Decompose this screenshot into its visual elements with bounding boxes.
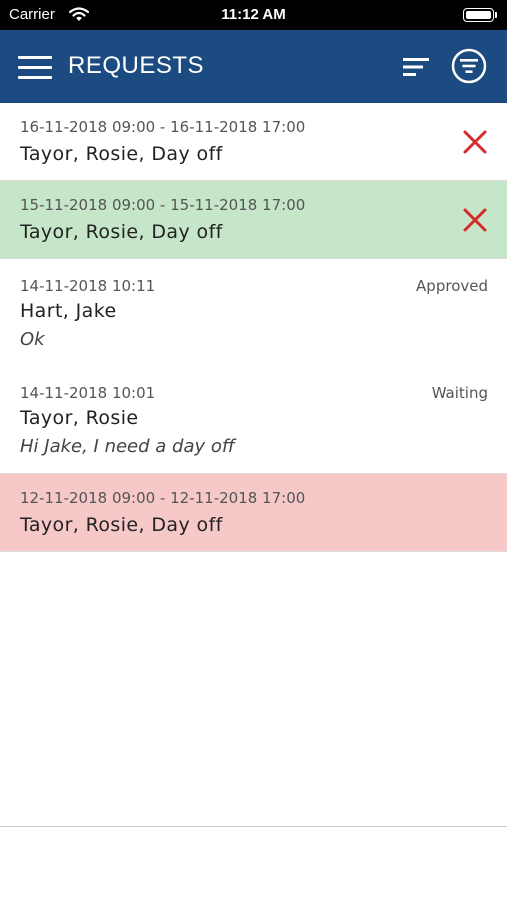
request-title: Tayor, Rosie, Day off <box>20 221 223 243</box>
message-author: Hart, Jake <box>20 300 117 322</box>
menu-icon <box>18 56 52 59</box>
battery-icon <box>463 8 494 22</box>
battery-tip <box>495 12 497 18</box>
message-comment: Ok <box>20 329 45 350</box>
app-header: REQUESTS <box>0 30 507 103</box>
clock: 11:12 AM <box>221 6 286 23</box>
message-comment: Hi Jake, I need a day off <box>20 436 235 457</box>
message-author: Tayor, Rosie <box>20 407 139 429</box>
bottom-divider <box>0 826 507 827</box>
message-date: 14-11-2018 10:11 <box>20 277 156 295</box>
request-date-range: 12-11-2018 09:00 - 12-11-2018 17:00 <box>20 489 306 507</box>
message-item[interactable]: 14-11-2018 10:01 Waiting Tayor, Rosie Hi… <box>0 366 507 474</box>
close-icon[interactable] <box>460 205 490 235</box>
request-date-range: 16-11-2018 09:00 - 16-11-2018 17:00 <box>20 118 306 136</box>
request-item[interactable]: 12-11-2018 09:00 - 12-11-2018 17:00 Tayo… <box>0 474 507 552</box>
status-bar: Carrier 11:12 AM <box>0 0 507 30</box>
page-title: REQUESTS <box>68 52 205 79</box>
message-item[interactable]: 14-11-2018 10:11 Approved Hart, Jake Ok <box>0 259 507 366</box>
filter-icon[interactable] <box>448 45 490 87</box>
status-label: Waiting <box>431 384 488 402</box>
request-list: 16-11-2018 09:00 - 16-11-2018 17:00 Tayo… <box>0 103 507 552</box>
sort-icon[interactable] <box>396 50 436 84</box>
request-item[interactable]: 15-11-2018 09:00 - 15-11-2018 17:00 Tayo… <box>0 181 507 259</box>
menu-button[interactable] <box>14 50 54 84</box>
request-item[interactable]: 16-11-2018 09:00 - 16-11-2018 17:00 Tayo… <box>0 103 507 181</box>
request-title: Tayor, Rosie, Day off <box>20 514 223 536</box>
message-date: 14-11-2018 10:01 <box>20 384 156 402</box>
request-title: Tayor, Rosie, Day off <box>20 143 223 165</box>
close-icon[interactable] <box>460 127 490 157</box>
status-label: Approved <box>416 277 488 295</box>
request-date-range: 15-11-2018 09:00 - 15-11-2018 17:00 <box>20 196 306 214</box>
